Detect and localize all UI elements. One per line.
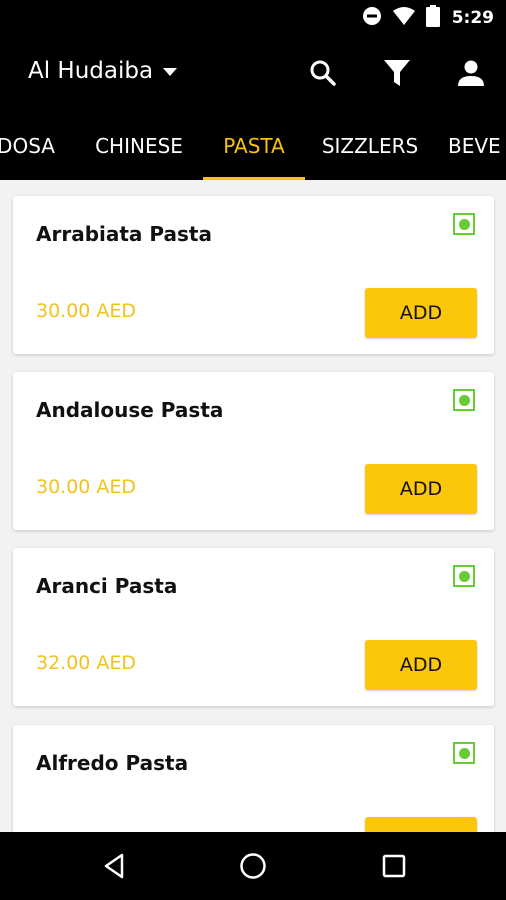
item-price: 30.00 AED [36, 476, 137, 498]
location-label: Al Hudaiba [28, 58, 154, 84]
veg-dot [458, 747, 470, 759]
veg-dot [458, 570, 470, 582]
veg-dot [458, 218, 470, 230]
item-name: Andalouse Pasta [36, 398, 224, 422]
recents-icon[interactable] [374, 846, 414, 886]
account-icon[interactable] [454, 56, 488, 90]
category-tabs: DOSA CHINESE PASTA SIZZLERS BEVE [0, 112, 506, 180]
menu-list[interactable]: Arrabiata Pasta 30.00 AED ADD Andalouse … [0, 180, 506, 832]
search-icon[interactable] [306, 56, 340, 90]
item-name: Aranci Pasta [36, 574, 178, 598]
status-bar: 5:29 [0, 0, 506, 36]
veg-indicator-icon [453, 565, 475, 587]
app-actions [306, 56, 488, 90]
add-button[interactable]: ADD [365, 288, 477, 338]
veg-indicator-icon [453, 389, 475, 411]
item-name: Alfredo Pasta [36, 751, 189, 775]
menu-item-card[interactable]: Andalouse Pasta 30.00 AED ADD [13, 372, 494, 530]
veg-dot [458, 394, 470, 406]
veg-indicator-icon [453, 213, 475, 235]
menu-item-card[interactable]: Arrabiata Pasta 30.00 AED ADD [13, 196, 494, 354]
filter-icon[interactable] [380, 56, 414, 90]
status-icons: 5:29 [362, 4, 494, 32]
tab-sizzlers[interactable]: SIZZLERS [312, 112, 428, 180]
battery-icon [425, 4, 440, 32]
wifi-icon [392, 6, 416, 31]
do-not-disturb-icon [362, 6, 382, 31]
item-price: 30.00 AED [36, 300, 137, 322]
veg-indicator-icon [453, 742, 475, 764]
home-icon[interactable] [233, 846, 273, 886]
add-button[interactable]: ADD [365, 640, 477, 690]
item-name: Arrabiata Pasta [36, 222, 212, 246]
app-screen: 5:29 Al Hudaiba DOSA CHINESE PASTA SIZZL… [0, 0, 506, 900]
location-selector[interactable]: Al Hudaiba [28, 58, 178, 84]
status-time: 5:29 [451, 8, 494, 28]
dropdown-caret-icon [163, 68, 178, 76]
add-button[interactable]: ADD [365, 817, 477, 832]
tab-dosa[interactable]: DOSA [0, 112, 66, 180]
tab-beverages[interactable]: BEVE [448, 112, 506, 180]
item-price: 32.00 AED [36, 652, 137, 674]
tab-pasta[interactable]: PASTA [203, 112, 305, 180]
tab-chinese[interactable]: CHINESE [82, 112, 196, 180]
menu-item-card[interactable]: Aranci Pasta 32.00 AED ADD [13, 548, 494, 706]
app-bar: Al Hudaiba [0, 36, 506, 112]
back-icon[interactable] [94, 846, 134, 886]
system-nav-bar [0, 832, 506, 900]
add-button[interactable]: ADD [365, 464, 477, 514]
menu-item-card[interactable]: Alfredo Pasta ADD [13, 725, 494, 832]
